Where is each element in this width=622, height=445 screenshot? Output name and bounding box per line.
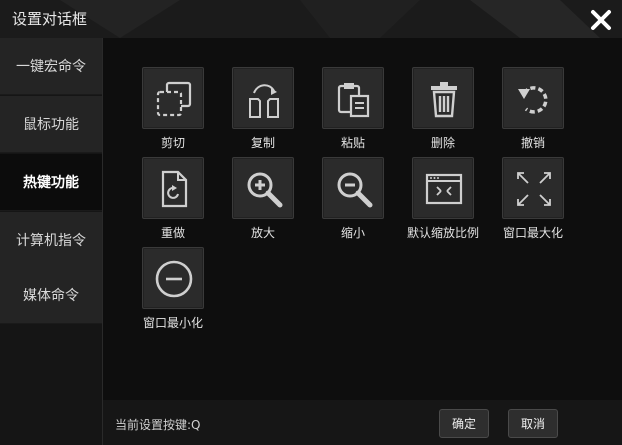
sidebar-item-macro[interactable]: 一键宏命令	[0, 38, 102, 95]
zoom-in-icon	[247, 172, 283, 208]
tile-icon-box	[412, 67, 474, 129]
undo-icon	[518, 86, 548, 114]
tile-label: 删除	[430, 136, 455, 150]
sidebar-item-computer[interactable]: 计算机指令	[0, 212, 102, 269]
tile-label: 缩小	[340, 226, 365, 240]
ok-button[interactable]: 确定	[439, 409, 489, 438]
sidebar-item-media[interactable]: 媒体命令	[0, 267, 102, 324]
tile-label: 窗口最小化	[142, 316, 203, 330]
cut-icon	[156, 81, 192, 117]
footer: 当前设置按键:Q 确定 取消	[103, 400, 622, 445]
zoom-out-icon	[337, 172, 373, 208]
tile-label: 重做	[160, 226, 185, 240]
sidebar-item-label: 鼠标功能	[23, 117, 79, 133]
tile-icon-box	[322, 157, 384, 219]
tile-icon-box	[142, 67, 204, 129]
cancel-button-label: 取消	[520, 417, 545, 431]
maximize-icon	[517, 172, 551, 206]
sidebar-item-label: 媒体命令	[23, 288, 79, 304]
tile-icon-box	[412, 157, 474, 219]
title-bar: 设置对话框	[0, 0, 622, 38]
default-zoom-icon	[425, 173, 463, 205]
tile-icon-box	[502, 157, 564, 219]
tile-label: 默认缩放比例	[406, 226, 479, 240]
tile-icon-box	[322, 67, 384, 129]
tile-icon-box	[502, 67, 564, 129]
sidebar-item-hotkey[interactable]: 热键功能	[0, 154, 102, 211]
sidebar-item-label: 一键宏命令	[16, 59, 86, 75]
copy-icon	[249, 84, 279, 118]
minimize-icon	[155, 260, 193, 298]
tile-label: 撤销	[520, 136, 545, 150]
hotkey-grid: 剪切 复制 粘贴 删除 撤销 重做 放大 缩小 默认缩放比例 窗口最大化 窗口最…	[103, 38, 622, 400]
tile-label: 粘贴	[340, 136, 365, 150]
current-key-status: 当前设置按键:Q	[115, 418, 201, 432]
ok-button-label: 确定	[451, 417, 476, 431]
sidebar: 一键宏命令 鼠标功能 热键功能 计算机指令 媒体命令	[0, 38, 103, 445]
tile-label: 复制	[250, 136, 275, 150]
redo-icon	[161, 170, 188, 208]
sidebar-item-mouse[interactable]: 鼠标功能	[0, 96, 102, 153]
tile-label: 放大	[250, 226, 275, 240]
settings-dialog: 设置对话框 一键宏命令 鼠标功能 热键功能 计算机指令 媒体命令 剪切 复制 粘…	[0, 0, 622, 445]
tile-icon-box	[232, 157, 294, 219]
sidebar-item-label: 热键功能	[23, 175, 79, 191]
dialog-title: 设置对话框	[12, 10, 88, 28]
tile-icon-box	[142, 247, 204, 309]
tile-icon-box	[142, 157, 204, 219]
close-button[interactable]	[589, 8, 613, 32]
tile-label: 窗口最大化	[502, 226, 563, 240]
cancel-button[interactable]: 取消	[508, 409, 558, 438]
sidebar-item-label: 计算机指令	[16, 233, 86, 249]
close-icon	[591, 10, 611, 30]
trash-icon	[431, 82, 457, 118]
paste-icon	[337, 83, 370, 118]
tile-icon-box	[232, 67, 294, 129]
tile-label: 剪切	[160, 136, 185, 150]
